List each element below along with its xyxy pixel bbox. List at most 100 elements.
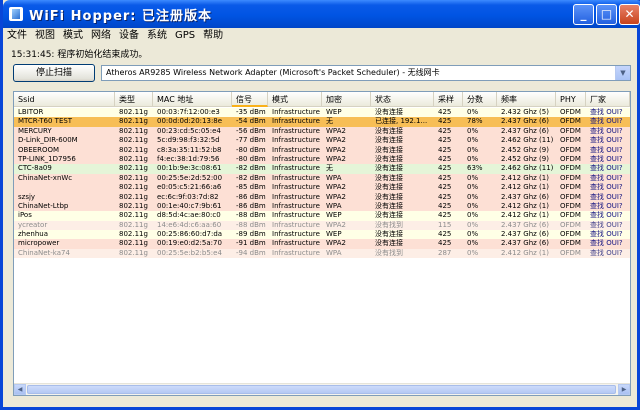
column-header-score[interactable]: 分数 <box>463 92 497 107</box>
score-cell: 0% <box>467 136 479 145</box>
vendor-cell[interactable]: 查找 OUI? <box>586 211 630 220</box>
encryption-cell: WPA2 <box>326 136 346 145</box>
menu-help[interactable]: 帮助 <box>199 28 227 44</box>
signal-cell: -88 dBm <box>236 220 266 229</box>
vendor-cell[interactable]: 查找 OUI? <box>586 174 630 183</box>
vendor-cell[interactable]: 查找 OUI? <box>586 230 630 239</box>
column-header-phy[interactable]: PHY <box>556 92 586 107</box>
status-cell: 没有连接 <box>375 154 403 163</box>
table-row[interactable]: ChinaNet-xnWc 802.11g 00:25:5e:2d:52:00 -82… <box>14 173 630 184</box>
table-row[interactable]: OBEEROOM 802.11g c8:3a:35:11:52:b8 -80 dBm I… <box>14 145 630 155</box>
samples-cell: 115 <box>438 220 452 229</box>
table-row[interactable]: D-Link_DIR-600M 802.11g 5c:d9:98:f3:32:5d -… <box>14 136 630 146</box>
table-row[interactable]: szsjy 802.11g ec:6c:9f:03:7d:82 -86 dBm Infr… <box>14 192 630 202</box>
encryption-cell: WPA <box>326 173 342 182</box>
network-adapter-select[interactable]: Atheros AR9285 Wireless Network Adapter … <box>101 65 631 81</box>
table-row[interactable]: MTCR-T60 TEST 802.11g 00:0d:0d:20:13:8e -54… <box>14 117 630 127</box>
vendor-cell[interactable]: 查找 OUI? <box>586 183 630 192</box>
title-bar[interactable]: WiFi Hopper: 已注册版本 _ □ ✕ <box>3 0 640 28</box>
column-header-samples[interactable]: 采样 <box>434 92 463 107</box>
samples-cell: 425 <box>438 126 452 135</box>
scroll-right-icon[interactable]: ▶ <box>618 384 630 395</box>
score-cell: 0% <box>467 239 479 248</box>
menu-network[interactable]: 网络 <box>87 28 115 44</box>
ssid-cell: TP-LINK_1D7956 <box>18 154 76 163</box>
status-cell: 没有连接 <box>375 145 403 154</box>
status-cell: 没有连接 <box>375 239 403 248</box>
network-list[interactable]: Ssid 类型 MAC 地址 信号 模式 加密 状态 采样 分数 频率 PHY … <box>13 91 631 396</box>
status-cell: 没有连接 <box>375 173 403 182</box>
type-cell: 802.11g <box>119 108 148 116</box>
encryption-cell: WPA2 <box>326 154 346 163</box>
signal-cell: -88 dBm <box>236 211 266 220</box>
table-row[interactable]: LBITOR 802.11g 00:03:7f:12:00:e3 -35 dBm Inf… <box>14 108 630 118</box>
scroll-left-icon[interactable]: ◀ <box>14 384 26 395</box>
vendor-cell[interactable]: 查找 OUI? <box>586 164 630 173</box>
frequency-cell: 2.437 Ghz (6) <box>501 220 549 229</box>
wifi-hopper-app-icon <box>9 7 23 21</box>
table-row[interactable]: iPos 802.11g d8:5d:4c:ae:80:c0 -88 dBm Infra… <box>14 211 630 221</box>
table-row[interactable]: CTC-8a09 802.11g 00:1b:9e:3c:08:61 -82 dBm I… <box>14 164 630 174</box>
scrollbar-thumb[interactable] <box>27 385 616 394</box>
status-cell: 没有找到 <box>375 220 403 229</box>
mode-cell: Infrastructure <box>272 220 320 229</box>
column-header-ssid[interactable]: Ssid <box>14 92 115 107</box>
close-button[interactable]: ✕ <box>619 4 640 25</box>
vendor-cell[interactable]: 查找 OUI? <box>586 221 630 230</box>
horizontal-scrollbar[interactable]: ◀ ▶ <box>14 383 630 395</box>
vendor-cell[interactable]: 查找 OUI? <box>586 202 630 211</box>
frequency-cell: 2.412 Ghz (1) <box>501 183 549 192</box>
signal-cell: -94 dBm <box>236 248 266 257</box>
table-row[interactable]: ChinaNet-Ltbp 802.11g 00:1e:40:c7:9b:61 -86… <box>14 201 630 212</box>
vendor-cell[interactable]: 查找 OUI? <box>586 155 630 164</box>
menu-file[interactable]: 文件 <box>3 28 31 44</box>
vendor-cell[interactable]: 查找 OUI? <box>586 193 630 202</box>
table-row[interactable]: ycreator 802.11g 14:e6:4d:c6:aa:60 -88 dBm I… <box>14 220 630 231</box>
phy-cell: OFDM <box>560 192 581 201</box>
column-header-type[interactable]: 类型 <box>115 92 153 107</box>
menu-gps[interactable]: GPS <box>171 28 199 44</box>
chevron-down-icon[interactable]: ▼ <box>615 66 630 80</box>
menu-device[interactable]: 设备 <box>115 28 143 44</box>
vendor-cell[interactable]: 查找 OUI? <box>586 117 630 126</box>
table-row[interactable]: ChinaNet-ka74 802.11g 00:25:5e:b2:b5:e4 -94… <box>14 248 630 259</box>
menu-mode[interactable]: 模式 <box>59 28 87 44</box>
phy-cell: OFDM <box>560 136 581 145</box>
vendor-cell[interactable]: 查找 OUI? <box>586 239 630 248</box>
column-header-status[interactable]: 状态 <box>371 92 434 107</box>
column-header-vendor[interactable]: 厂家 <box>586 92 630 107</box>
adapter-select-value: Atheros AR9285 Wireless Network Adapter … <box>106 68 440 77</box>
type-cell: 802.11g <box>119 117 148 126</box>
column-header-frequency[interactable]: 频率 <box>497 92 556 107</box>
table-row[interactable]: 802.11g e0:05:c5:21:66:a6 -85 dBm Infrastru… <box>14 183 630 193</box>
ssid-cell: CTC-8a09 <box>18 164 52 173</box>
samples-cell: 425 <box>438 192 452 201</box>
encryption-cell: WPA2 <box>326 192 346 201</box>
samples-cell: 425 <box>438 201 452 210</box>
minimize-button[interactable]: _ <box>573 4 594 25</box>
column-header-mode[interactable]: 模式 <box>268 92 322 107</box>
menu-view[interactable]: 视图 <box>31 28 59 44</box>
vendor-cell[interactable]: 查找 OUI? <box>586 108 630 117</box>
menu-system[interactable]: 系统 <box>143 28 171 44</box>
score-cell: 0% <box>467 211 479 220</box>
column-header-mac[interactable]: MAC 地址 <box>153 92 232 107</box>
maximize-button[interactable]: □ <box>596 4 617 25</box>
table-row[interactable]: MERCURY 802.11g 00:23:cd:5c:05:e4 -56 dBm In… <box>14 126 630 137</box>
table-row[interactable]: zhenhua 802.11g 00:25:86:60:d7:da -89 dBm In… <box>14 230 630 240</box>
column-header-encryption[interactable]: 加密 <box>322 92 371 107</box>
table-row[interactable]: TP-LINK_1D7956 802.11g f4:ec:38:1d:79:56 -8… <box>14 154 630 165</box>
score-cell: 78% <box>467 117 483 126</box>
vendor-cell[interactable]: 查找 OUI? <box>586 146 630 155</box>
table-row[interactable]: micropower 802.11g 00:19:e0:d2:5a:70 -91 dB… <box>14 239 630 249</box>
mac-cell: 00:0d:0d:20:13:8e <box>157 117 223 126</box>
vendor-cell[interactable]: 查找 OUI? <box>586 127 630 136</box>
phy-cell: OFDM <box>560 239 581 248</box>
mac-cell: 5c:d9:98:f3:32:5d <box>157 136 220 145</box>
vendor-cell[interactable]: 查找 OUI? <box>586 249 630 258</box>
column-header-signal[interactable]: 信号 <box>232 92 268 107</box>
vendor-cell[interactable]: 查找 OUI? <box>586 136 630 145</box>
score-cell: 0% <box>467 108 479 116</box>
stop-scan-button[interactable]: 停止扫描 <box>13 64 95 82</box>
status-cell: 没有连接 <box>375 201 403 210</box>
